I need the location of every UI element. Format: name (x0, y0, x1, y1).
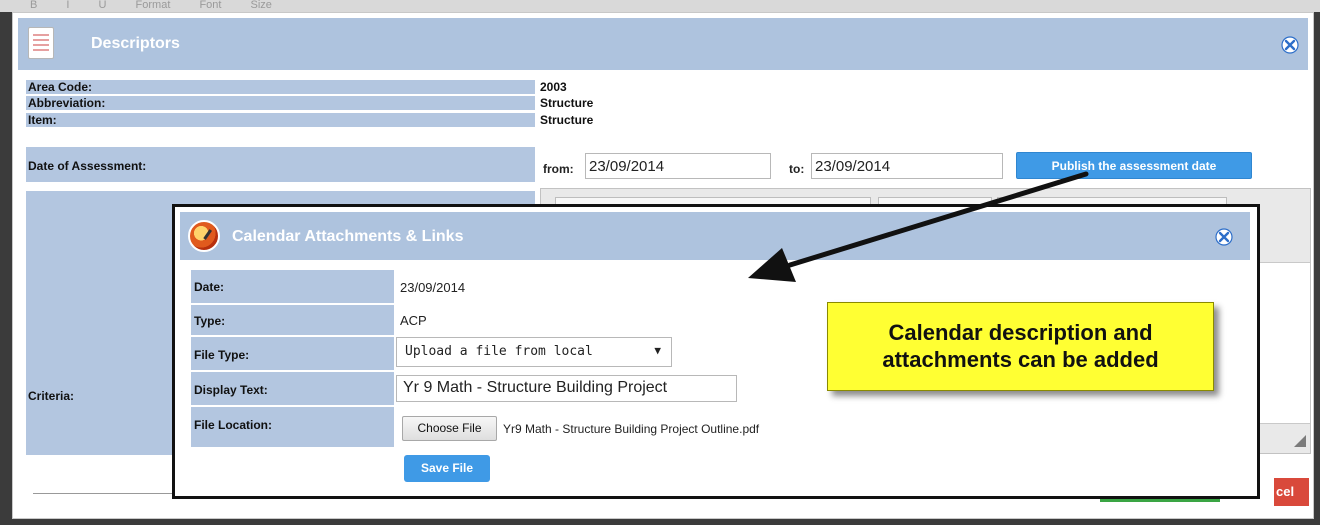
cal-date-value: 23/09/2014 (400, 280, 466, 295)
to-date-input[interactable]: 23/09/2014 (811, 153, 1003, 179)
area-code-label: Area Code: (26, 80, 535, 94)
toolbar-item[interactable]: U (99, 0, 107, 11)
toolbar-item[interactable]: I (66, 0, 69, 11)
calendar-clock-icon (188, 220, 220, 252)
selected-file-name: Yr9 Math - Structure Building Project Ou… (503, 422, 760, 436)
divider (33, 493, 183, 494)
toolbar-item[interactable]: B (30, 0, 37, 11)
from-label: from: (543, 162, 574, 176)
display-text-input[interactable]: Yr 9 Math - Structure Building Project (396, 375, 737, 402)
calendar-dialog-title: Calendar Attachments & Links (232, 228, 464, 245)
item-label: Item: (26, 113, 535, 127)
publish-assessment-date-button[interactable]: Publish the assessment date (1016, 152, 1252, 179)
cal-type-value: ACP (400, 313, 427, 328)
resize-grip-icon[interactable] (1294, 435, 1306, 447)
callout-line-1: Calendar description and (888, 320, 1153, 345)
editor-toolbar: B I U Format Font Size (0, 0, 1320, 12)
document-icon (28, 27, 54, 59)
date-of-assessment-label: Date of Assessment: (26, 147, 535, 182)
file-type-selected: Upload a file from local (405, 344, 593, 359)
toolbar-item[interactable]: Size (251, 0, 272, 11)
cal-file-location-label: File Location: (191, 407, 394, 447)
toolbar-item[interactable]: Format (136, 0, 171, 11)
item-value: Structure (540, 113, 594, 127)
cal-display-text-label: Display Text: (191, 372, 394, 405)
chevron-down-icon: ▼ (654, 344, 661, 357)
cancel-button[interactable]: cel (1274, 478, 1309, 506)
from-date-input[interactable]: 23/09/2014 (585, 153, 771, 179)
callout-line-2: attachments can be added (882, 347, 1159, 372)
dialog-header: Descriptors (18, 18, 1308, 70)
area-code-value: 2003 (540, 80, 567, 94)
toolbar-item[interactable]: Font (199, 0, 221, 11)
annotation-callout: Calendar description and attachments can… (827, 302, 1214, 391)
close-icon[interactable] (1281, 36, 1299, 54)
cal-date-label: Date: (191, 270, 394, 303)
cal-type-label: Type: (191, 305, 394, 335)
cal-file-type-label: File Type: (191, 337, 394, 370)
to-label: to: (789, 162, 805, 176)
abbreviation-label: Abbreviation: (26, 96, 535, 110)
choose-file-button[interactable]: Choose File (402, 416, 497, 441)
save-file-button[interactable]: Save File (404, 455, 490, 482)
close-icon[interactable] (1215, 228, 1233, 246)
abbreviation-value: Structure (540, 96, 594, 110)
file-type-select[interactable]: Upload a file from local ▼ (396, 337, 672, 367)
dialog-title: Descriptors (91, 35, 180, 52)
calendar-dialog-header: Calendar Attachments & Links (180, 212, 1250, 260)
